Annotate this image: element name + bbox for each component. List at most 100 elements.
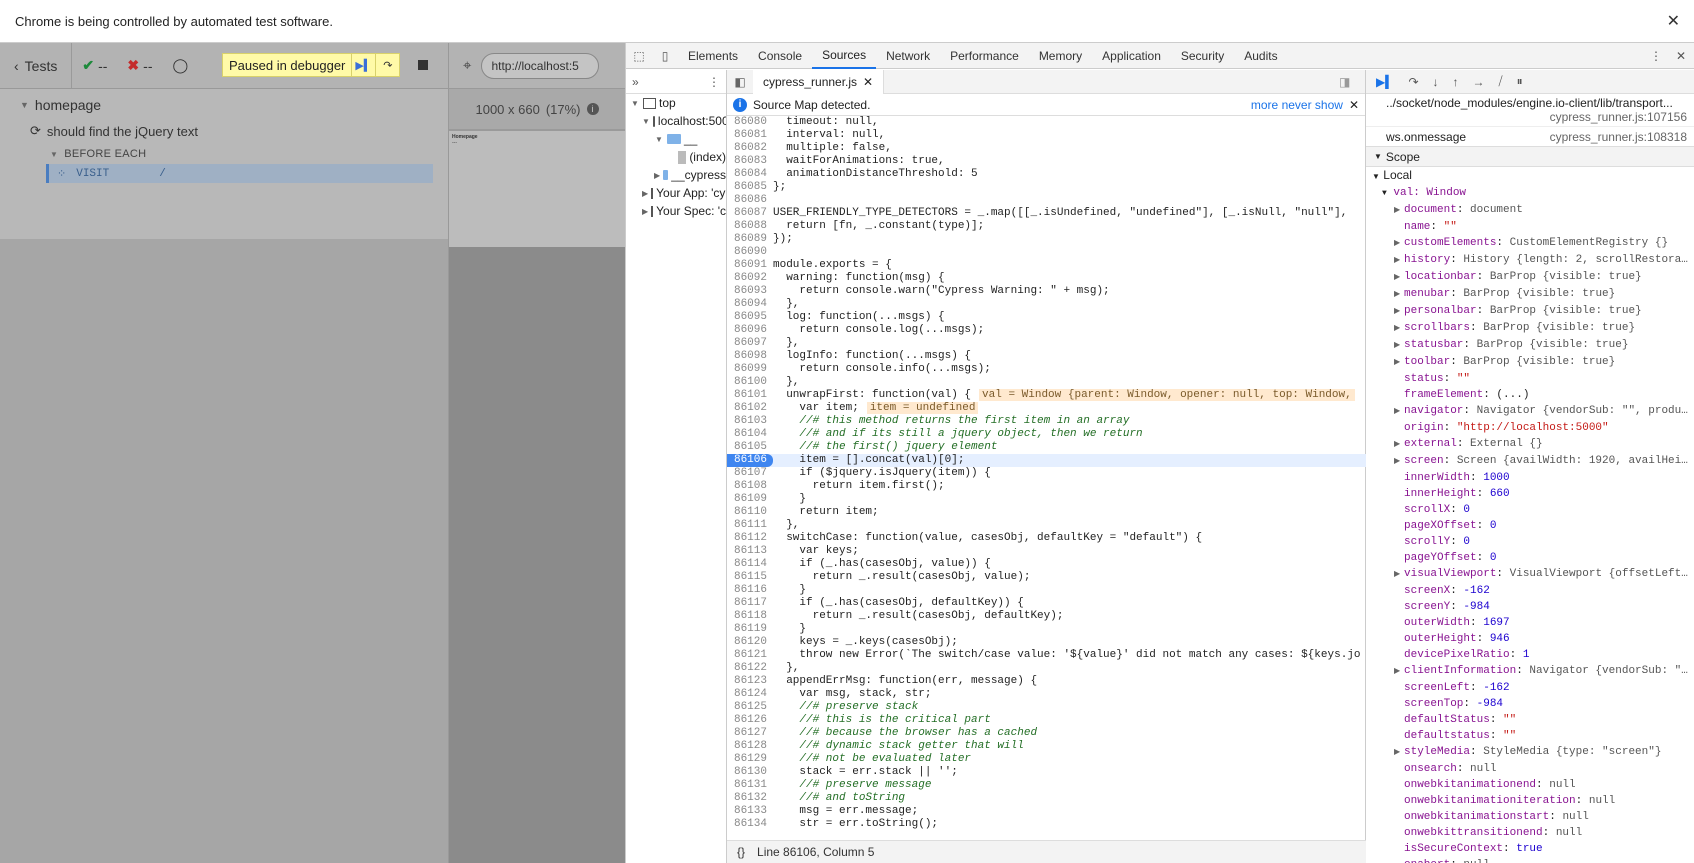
scope-property[interactable]: frameElement: (...) [1366,387,1694,403]
source-map-link[interactable]: more never show [1251,98,1343,112]
more-tabs-icon[interactable]: » [632,75,639,89]
scope-property[interactable]: name: "" [1366,219,1694,235]
scope-property[interactable]: onwebkitanimationiteration: null [1366,793,1694,809]
toggle-navigator-icon[interactable]: ◧ [727,75,753,89]
tree-item[interactable]: ▼ top [626,94,726,112]
scope-property[interactable]: ▶ navigator: Navigator {vendorSub: "", pr… [1366,403,1694,420]
line-number[interactable]: 86094 [727,298,773,311]
line-number[interactable]: 86113 [727,545,773,558]
file-tab[interactable]: cypress_runner.js ✕ [753,69,885,94]
line-number[interactable]: 86112 [727,532,773,545]
local-scope[interactable]: ▼ Local [1366,167,1694,185]
line-number[interactable]: 86104 [727,428,773,441]
scope-property[interactable]: scrollY: 0 [1366,534,1694,550]
tab-security[interactable]: Security [1171,43,1234,69]
tab-console[interactable]: Console [748,43,812,69]
line-number[interactable]: 86108 [727,480,773,493]
tree-item[interactable]: ▶ Your App: 'cypress-example' [626,184,726,202]
scope-property[interactable]: outerHeight: 946 [1366,631,1694,647]
line-number[interactable]: 86095 [727,311,773,324]
scope-property[interactable]: origin: "http://localhost:5000" [1366,420,1694,436]
tests-button[interactable]: ‹ Tests [0,43,73,88]
tree-item[interactable]: ▶ Your Spec: 'cypress/integration' [626,202,726,220]
line-number[interactable]: 86133 [727,805,773,818]
scope-property[interactable]: onsearch: null [1366,761,1694,777]
line-number[interactable]: 86120 [727,636,773,649]
step-out-icon[interactable]: ↑ [1453,75,1459,89]
pretty-print-icon[interactable]: {} [737,845,745,859]
tab-performance[interactable]: Performance [940,43,1029,69]
suite-title[interactable]: ▼ homepage [0,89,448,113]
stop-icon[interactable] [418,60,428,70]
step-icon[interactable]: → [1473,75,1485,89]
line-number[interactable]: 86129 [727,753,773,766]
line-number[interactable]: 86119 [727,623,773,636]
line-number[interactable]: 86084 [727,168,773,181]
line-number[interactable]: 86114 [727,558,773,571]
test-title[interactable]: ⟳ should find the jQuery text [0,113,448,139]
line-number[interactable]: 86105 [727,441,773,454]
crosshair-icon[interactable]: ⌖ [463,57,471,74]
scope-property[interactable]: innerWidth: 1000 [1366,470,1694,486]
navigator-menu-icon[interactable]: ⋮ [708,75,720,89]
scope-property[interactable]: onwebkittransitionend: null [1366,825,1694,841]
scope-property[interactable]: ▶ customElements: CustomElementRegistry {… [1366,235,1694,252]
scope-property[interactable]: ▶ styleMedia: StyleMedia {type: "screen"} [1366,744,1694,761]
line-number[interactable]: 86132 [727,792,773,805]
resume-icon[interactable]: ▶▍ [351,54,375,76]
tab-sources[interactable]: Sources [812,43,877,69]
scope-property[interactable]: ▶ document: document [1366,202,1694,219]
info-icon[interactable]: i [586,103,599,115]
step-over-icon[interactable]: ↷ [1408,75,1418,89]
line-number[interactable]: 86115 [727,571,773,584]
close-icon[interactable]: ✕ [1349,98,1359,112]
resume-icon[interactable]: ▶▍ [1376,75,1394,89]
tree-item[interactable]: (index) [626,148,726,166]
scope-property[interactable]: isSecureContext: true [1366,841,1694,857]
scope-property[interactable]: ▶ statusbar: BarProp {visible: true} [1366,337,1694,354]
scope-property[interactable]: screenLeft: -162 [1366,680,1694,696]
line-number[interactable]: 86123 [727,675,773,688]
inspect-icon[interactable]: ⬚ [626,49,652,63]
deactivate-breakpoints-icon[interactable]: ⧸ [1499,74,1503,89]
scope-property[interactable]: pageXOffset: 0 [1366,518,1694,534]
line-number[interactable]: 86125 [727,701,773,714]
scope-property[interactable]: outerWidth: 1697 [1366,615,1694,631]
scope-property[interactable]: ▶ clientInformation: Navigator {vendorSub… [1366,663,1694,680]
line-number[interactable]: 86086 [727,194,773,207]
scope-property[interactable]: onwebkitanimationend: null [1366,777,1694,793]
tab-elements[interactable]: Elements [678,43,748,69]
tree-item[interactable]: ▼ __ [626,130,726,148]
scope-property[interactable]: pageYOffset: 0 [1366,550,1694,566]
scope-property[interactable]: defaultstatus: "" [1366,728,1694,744]
scope-property[interactable]: screenX: -162 [1366,583,1694,599]
scope-property[interactable]: ▶ personalbar: BarProp {visible: true} [1366,303,1694,320]
scope-property[interactable]: innerHeight: 660 [1366,486,1694,502]
close-icon[interactable]: ✕ [1667,11,1680,31]
scope-property[interactable]: scrollX: 0 [1366,502,1694,518]
line-number[interactable]: 86099 [727,363,773,376]
line-number[interactable]: 86107 [727,467,773,480]
close-devtools-icon[interactable]: ✕ [1676,49,1686,63]
scope-property[interactable]: onabort: null [1366,857,1694,863]
line-number[interactable]: 86093 [727,285,773,298]
line-number[interactable]: 86134 [727,818,773,831]
line-number[interactable]: 86083 [727,155,773,168]
more-icon[interactable]: ⋮ [1650,49,1662,63]
line-number[interactable]: 86102 [727,402,773,415]
line-number[interactable]: 86081 [727,129,773,142]
line-number[interactable]: 86096 [727,324,773,337]
tab-audits[interactable]: Audits [1234,43,1287,69]
scope-property[interactable]: ▶ history: History {length: 2, scrollRest… [1366,252,1694,269]
line-number[interactable]: 86118 [727,610,773,623]
line-number[interactable]: 86124 [727,688,773,701]
line-number[interactable]: 86090 [727,246,773,259]
toggle-debugger-icon[interactable]: ◨ [1339,75,1365,89]
line-number[interactable]: 86087 [727,207,773,220]
line-number[interactable]: 86121 [727,649,773,662]
tab-network[interactable]: Network [876,43,940,69]
line-number[interactable]: 86085 [727,181,773,194]
scope-property[interactable]: screenY: -984 [1366,599,1694,615]
scope-property[interactable]: devicePixelRatio: 1 [1366,647,1694,663]
tab-application[interactable]: Application [1092,43,1171,69]
